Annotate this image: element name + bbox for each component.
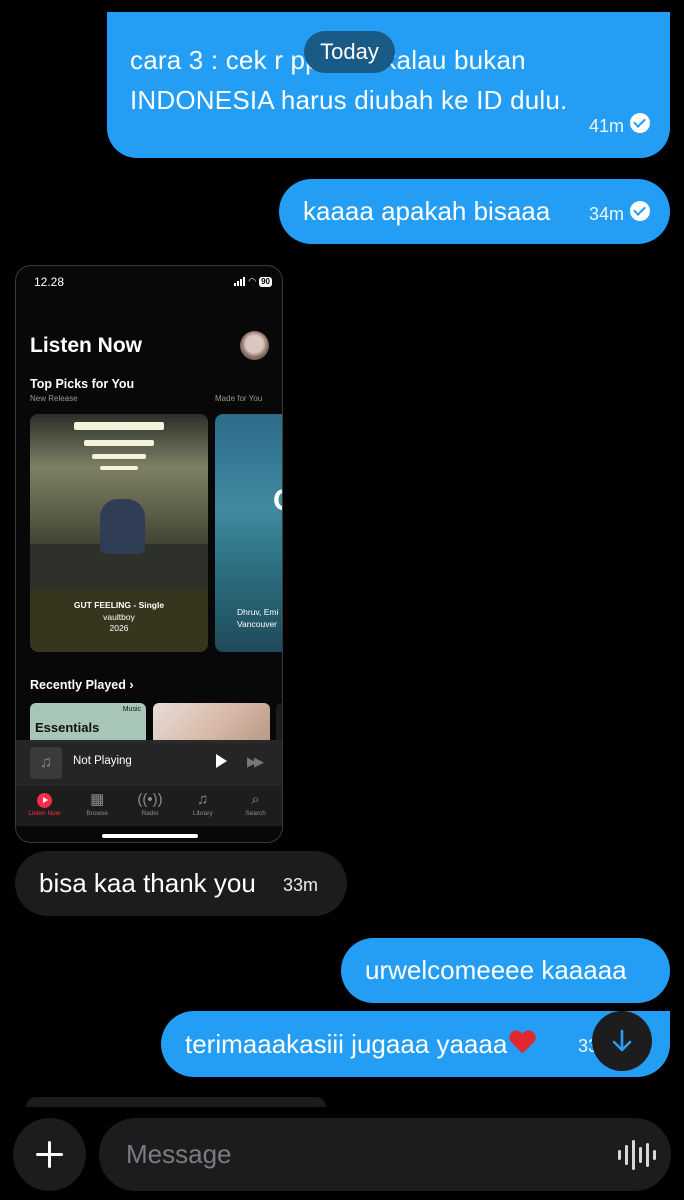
home-indicator	[102, 834, 198, 838]
tab-browse: ▦ Browse	[71, 786, 123, 826]
tab-bar: Listen Now ▦ Browse ((•)) Radio ♫ Library ⌕…	[16, 786, 282, 826]
heart-emoji-icon	[509, 1029, 536, 1056]
music-badge: Music	[122, 706, 141, 713]
read-check-icon	[630, 113, 650, 134]
message-bubble-outgoing[interactable]: cara 3 : cek r pple id, kalau bukan INDO…	[107, 12, 670, 158]
voice-message-icon[interactable]	[618, 1140, 656, 1170]
tab-search: ⌕ Search	[230, 786, 282, 826]
date-separator: Today	[304, 31, 395, 73]
message-text: bisa kaa thank you	[39, 868, 256, 898]
message-bubble-outgoing[interactable]: kaaaa apakah bisaaa 34m	[279, 179, 670, 244]
recently-played-title: Recently Played ›	[30, 678, 134, 692]
signal-icon	[234, 277, 246, 286]
recent-tile	[153, 703, 270, 743]
message-text-line: INDONESIA harus diubah ke ID dulu.	[130, 85, 568, 115]
mini-player: ♫ Not Playing ▶▶	[16, 740, 282, 786]
message-time: 41m	[588, 116, 624, 136]
search-icon: ⌕	[251, 791, 260, 808]
message-input[interactable]	[126, 1118, 596, 1191]
music-note-icon: ♫	[30, 747, 62, 779]
album-title: GUT FEELING - Single	[73, 600, 165, 610]
album-card: GUT FEELING - Single vaultboy 2026	[30, 414, 208, 652]
arrow-down-icon	[612, 1029, 632, 1052]
image-attachment[interactable]: 12.28 ◠ 90 Listen Now Top Picks for You …	[15, 265, 283, 843]
scroll-to-bottom-button[interactable]	[592, 1011, 652, 1071]
status-icons: ◠ 90	[234, 276, 272, 287]
message-text: urwelcomeeee kaaaaa	[365, 955, 627, 985]
recent-tile	[276, 703, 282, 743]
now-playing-label: Not Playing	[73, 755, 132, 767]
message-time: 33m	[283, 875, 319, 895]
playlist-caption: Dhruv, Emi Vancouver	[237, 607, 278, 630]
album-caption: GUT FEELING - Single vaultboy 2026	[30, 600, 208, 635]
library-icon: ♫	[197, 791, 209, 808]
message-composer	[99, 1118, 671, 1191]
page-title: Listen Now	[30, 334, 143, 357]
section-subtitle: New Release	[30, 394, 78, 403]
attach-plus-button[interactable]	[13, 1118, 86, 1191]
playlist-line: Dhruv, Emi	[237, 607, 279, 617]
fast-forward-icon: ▶▶	[247, 754, 264, 769]
message-bubble-outgoing[interactable]: urwelcomeeee kaaaaa	[341, 938, 670, 1003]
playlist-letter: C	[273, 484, 282, 518]
message-bubble-incoming[interactable]: bisa kaa thank you 33m	[15, 851, 347, 916]
status-time: 12.28	[34, 275, 65, 289]
message-text: terimaaakasiii jugaaa yaaaa	[185, 1029, 508, 1059]
play-circle-icon	[18, 790, 70, 810]
play-icon	[216, 754, 227, 768]
radio-icon: ((•))	[137, 791, 163, 808]
album-artist: vaultboy	[103, 611, 135, 622]
section-subtitle: Made for You	[215, 394, 263, 403]
battery-icon: 90	[259, 276, 272, 287]
playlist-card: C Dhruv, Emi Vancouver	[215, 414, 282, 652]
section-title: Top Picks for You	[30, 377, 135, 391]
message-bubble-partial	[26, 1097, 326, 1107]
tab-radio: ((•)) Radio	[124, 786, 176, 826]
wifi-icon: ◠	[248, 276, 257, 286]
message-text: kaaaa apakah bisaaa	[303, 196, 551, 226]
playlist-line: Vancouver	[237, 618, 278, 629]
avatar	[240, 331, 269, 360]
message-meta: 41m	[589, 103, 650, 146]
album-year: 2026	[109, 623, 129, 633]
read-check-icon	[630, 201, 650, 222]
tile-title: Essentials	[35, 720, 100, 735]
recent-tile: Music Essentials	[30, 703, 146, 743]
message-meta: 34m	[589, 179, 650, 247]
message-time: 34m	[588, 204, 624, 224]
tab-library: ♫ Library	[177, 786, 229, 826]
grid-icon: ▦	[90, 791, 105, 808]
album-art	[30, 414, 208, 590]
tab-listen-now: Listen Now	[18, 786, 70, 826]
